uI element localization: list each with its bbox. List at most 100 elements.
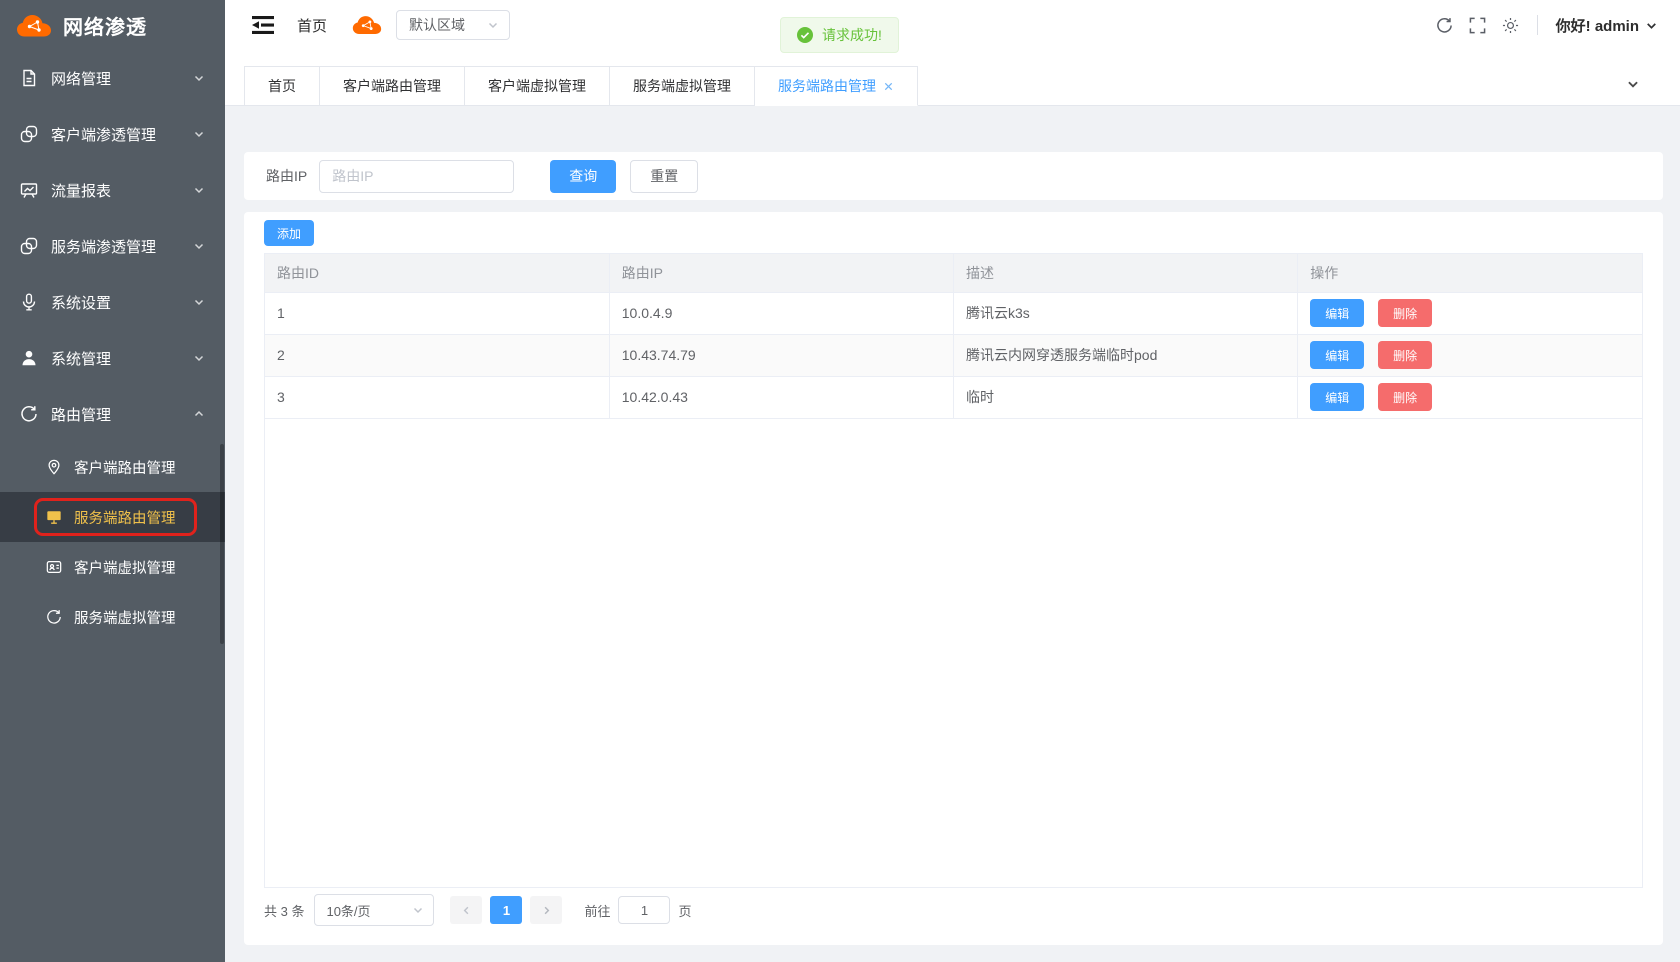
- cell-route-id: 2: [265, 334, 609, 376]
- delete-button[interactable]: 删除: [1378, 383, 1432, 411]
- cell-description: 腾讯云内网穿透服务端临时pod: [954, 334, 1298, 376]
- page-number-button[interactable]: 1: [490, 896, 522, 924]
- prev-page-button[interactable]: [450, 896, 482, 924]
- sidebar: 网络渗透 网络管理 客户端渗透管理 流量报表: [0, 0, 225, 962]
- tab-client-virtual-mgmt[interactable]: 客户端虚拟管理: [465, 66, 610, 106]
- next-page-button[interactable]: [530, 896, 562, 924]
- route-ip-label: 路由IP: [266, 166, 307, 186]
- tab-client-route-mgmt[interactable]: 客户端路由管理: [320, 66, 465, 106]
- sidebar-menu: 网络管理 客户端渗透管理 流量报表: [0, 50, 225, 642]
- sidebar-item-server-pen-mgmt[interactable]: 服务端渗透管理: [0, 218, 225, 274]
- column-header-route-id: 路由ID: [265, 254, 609, 292]
- topbar-actions: 你好! admin: [1436, 15, 1658, 36]
- table-row: 1 10.0.4.9 腾讯云k3s 编辑 删除: [265, 292, 1642, 334]
- chevron-down-icon: [193, 72, 205, 84]
- page-unit-label: 页: [678, 901, 691, 920]
- sidebar-fold-icon[interactable]: [252, 16, 274, 34]
- sidebar-subitem-server-route-mgmt[interactable]: 服务端路由管理: [0, 492, 225, 542]
- sidebar-item-label: 路由管理: [51, 404, 111, 425]
- tabs-dropdown-icon[interactable]: [1626, 77, 1640, 91]
- cell-actions: 编辑 删除: [1298, 292, 1642, 334]
- refresh-icon[interactable]: [1436, 17, 1453, 34]
- cell-actions: 编辑 删除: [1298, 334, 1642, 376]
- document-icon: [20, 69, 38, 87]
- cell-route-ip: 10.43.74.79: [609, 334, 953, 376]
- reset-button[interactable]: 重置: [630, 160, 698, 193]
- page-content: 路由IP 查询 重置 添加 路由ID 路由IP 描述 操作: [225, 106, 1680, 962]
- breadcrumb-home[interactable]: 首页: [297, 15, 327, 36]
- region-select[interactable]: 默认区域: [396, 10, 510, 40]
- sidebar-item-network-mgmt[interactable]: 网络管理: [0, 50, 225, 106]
- topbar: 首页 默认区域 你好! admin: [225, 0, 1680, 50]
- cloud-icon[interactable]: [352, 14, 382, 36]
- add-button[interactable]: 添加: [264, 220, 314, 246]
- divider: [1537, 15, 1538, 35]
- link-icon: [20, 237, 38, 255]
- cell-actions: 编辑 删除: [1298, 376, 1642, 418]
- sidebar-scrollbar-thumb[interactable]: [220, 444, 224, 644]
- search-button[interactable]: 查询: [550, 160, 616, 193]
- page-size-value: 10条/页: [326, 901, 370, 920]
- tab-label: 客户端虚拟管理: [488, 76, 586, 96]
- sidebar-item-route-mgmt[interactable]: 路由管理: [0, 386, 225, 442]
- goto-page-input[interactable]: [618, 896, 670, 924]
- cell-route-id: 1: [265, 292, 609, 334]
- theme-sun-icon[interactable]: [1502, 17, 1519, 34]
- sidebar-item-system-mgmt[interactable]: 系统管理: [0, 330, 225, 386]
- sidebar-item-client-pen-mgmt[interactable]: 客户端渗透管理: [0, 106, 225, 162]
- chevron-left-icon: [461, 905, 472, 916]
- table-panel: 添加 路由ID 路由IP 描述 操作 1: [244, 212, 1663, 945]
- sidebar-item-system-settings[interactable]: 系统设置: [0, 274, 225, 330]
- pagination: 共 3 条 10条/页 1 前: [264, 894, 1643, 926]
- edit-button[interactable]: 编辑: [1310, 341, 1364, 369]
- tab-home[interactable]: 首页: [244, 66, 320, 106]
- table-row: 3 10.42.0.43 临时 编辑 删除: [265, 376, 1642, 418]
- user-icon: [20, 349, 38, 367]
- chevron-down-icon: [193, 128, 205, 140]
- toast-message: 请求成功!: [822, 25, 882, 45]
- check-circle-icon: [797, 27, 813, 43]
- chart-board-icon: [20, 181, 38, 199]
- delete-button[interactable]: 删除: [1378, 299, 1432, 327]
- sidebar-subitem-client-virtual-mgmt[interactable]: 客户端虚拟管理: [0, 542, 225, 592]
- sidebar-subitem-server-virtual-mgmt[interactable]: 服务端虚拟管理: [0, 592, 225, 642]
- chevron-up-icon: [193, 408, 205, 420]
- sidebar-item-label: 服务端渗透管理: [51, 236, 156, 257]
- column-header-actions: 操作: [1298, 254, 1642, 292]
- sidebar-item-traffic-report[interactable]: 流量报表: [0, 162, 225, 218]
- pagination-total: 共 3 条: [264, 901, 304, 920]
- edit-button[interactable]: 编辑: [1310, 383, 1364, 411]
- cell-route-ip: 10.0.4.9: [609, 292, 953, 334]
- user-greeting: 你好! admin: [1556, 15, 1639, 36]
- sidebar-subitem-client-route-mgmt[interactable]: 客户端路由管理: [0, 442, 225, 492]
- tab-bar: 首页 客户端路由管理 客户端虚拟管理 服务端虚拟管理 服务端路由管理: [225, 50, 1680, 106]
- cell-description: 临时: [954, 376, 1298, 418]
- refresh-icon: [20, 405, 38, 423]
- tab-server-route-mgmt[interactable]: 服务端路由管理: [755, 66, 918, 106]
- cell-route-ip: 10.42.0.43: [609, 376, 953, 418]
- routes-table: 路由ID 路由IP 描述 操作 1 10.0.4.9 腾讯云k3s 编辑: [264, 253, 1643, 888]
- refresh-icon: [46, 609, 62, 625]
- chevron-down-icon: [487, 19, 499, 31]
- sidebar-item-label: 流量报表: [51, 180, 111, 201]
- tab-server-virtual-mgmt[interactable]: 服务端虚拟管理: [610, 66, 755, 106]
- sidebar-item-label: 网络管理: [51, 68, 111, 89]
- chevron-down-icon: [193, 240, 205, 252]
- delete-button[interactable]: 删除: [1378, 341, 1432, 369]
- chevron-right-icon: [541, 905, 552, 916]
- chevron-down-icon: [193, 184, 205, 196]
- page-size-select[interactable]: 10条/页: [314, 894, 434, 926]
- close-icon[interactable]: [883, 81, 894, 92]
- microphone-icon: [20, 293, 38, 311]
- user-menu[interactable]: 你好! admin: [1556, 15, 1658, 36]
- route-ip-input[interactable]: [319, 160, 514, 193]
- sidebar-item-label: 系统设置: [51, 292, 111, 313]
- fullscreen-icon[interactable]: [1469, 17, 1486, 34]
- sidebar-item-label: 系统管理: [51, 348, 111, 369]
- tab-label: 服务端虚拟管理: [633, 76, 731, 96]
- column-header-description: 描述: [954, 254, 1298, 292]
- app-title: 网络渗透: [63, 11, 147, 40]
- edit-button[interactable]: 编辑: [1310, 299, 1364, 327]
- table-header-row: 路由ID 路由IP 描述 操作: [265, 254, 1642, 292]
- app-logo: 网络渗透: [0, 0, 225, 50]
